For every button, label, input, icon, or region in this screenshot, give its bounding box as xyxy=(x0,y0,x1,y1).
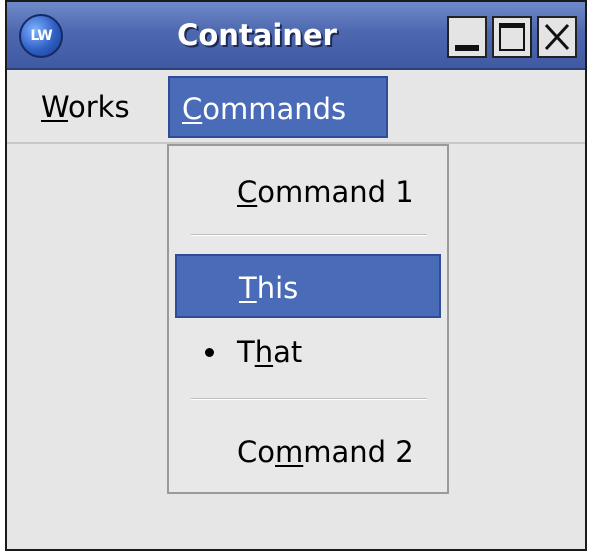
that-label-pre: T xyxy=(237,335,255,369)
menu-separator xyxy=(191,234,427,236)
command-2-label-post: mand 2 xyxy=(303,435,414,469)
menu-item-command-2[interactable]: Command 2 xyxy=(175,420,441,484)
menu-works-mnemonic: W xyxy=(41,90,68,124)
menu-commands-mnemonic: C xyxy=(182,92,203,126)
window-title: Container xyxy=(177,18,337,52)
menu-item-command-1[interactable]: Command 1 xyxy=(175,160,441,224)
that-mnemonic: h xyxy=(254,335,274,369)
command-1-mnemonic: C xyxy=(237,175,258,209)
radio-bullet-icon xyxy=(205,348,214,357)
command-2-mnemonic: m xyxy=(275,435,304,469)
app-logo-text: LW xyxy=(30,28,52,44)
menu-item-that[interactable]: That xyxy=(175,320,441,384)
menu-separator xyxy=(191,398,427,400)
menu-works-label: orks xyxy=(67,90,130,124)
this-label: his xyxy=(256,271,299,305)
app-logo-icon[interactable]: LW xyxy=(19,14,63,58)
menu-works[interactable]: Works xyxy=(29,76,161,138)
menu-bar: Works Commands xyxy=(7,70,585,144)
application-window: LW Container Works Commands Command 1 Th… xyxy=(5,0,587,551)
close-icon xyxy=(544,23,570,51)
title-bar[interactable]: LW Container xyxy=(7,2,585,70)
maximize-button[interactable] xyxy=(492,16,532,58)
this-mnemonic: T xyxy=(239,271,257,305)
close-button[interactable] xyxy=(537,16,577,58)
menu-commands-label: ommands xyxy=(202,92,347,126)
commands-dropdown-menu: Command 1 This That Command 2 xyxy=(167,144,449,494)
command-2-label-pre: Co xyxy=(237,435,275,469)
minimize-button[interactable] xyxy=(447,16,487,58)
command-1-label: ommand 1 xyxy=(257,175,414,209)
menu-item-this[interactable]: This xyxy=(175,254,441,318)
menu-commands[interactable]: Commands xyxy=(168,76,388,138)
that-label-post: at xyxy=(273,335,303,369)
